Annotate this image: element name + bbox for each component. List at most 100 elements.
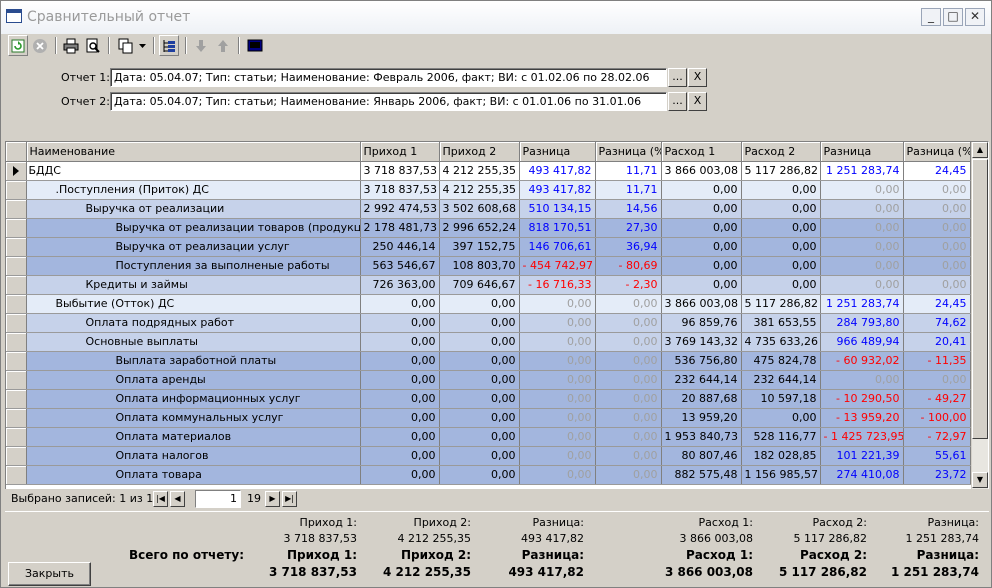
row-cell: 3 866 003,08: [661, 161, 742, 181]
row-cell: 4 212 255,35: [439, 161, 520, 181]
print-preview-button[interactable]: [83, 35, 103, 56]
next-record-button[interactable]: ▶: [265, 491, 280, 507]
column-header[interactable]: Разница (%): [903, 142, 971, 162]
table-row[interactable]: Выручка от реализации 2 992 474,53 3 502 6…: [6, 199, 971, 219]
screen-button[interactable]: [245, 35, 265, 56]
row-indicator[interactable]: [6, 294, 27, 314]
column-header[interactable]: Приход 1: [360, 142, 440, 162]
copy-dropdown-button[interactable]: [137, 35, 149, 56]
row-indicator[interactable]: [6, 199, 27, 219]
table-row[interactable]: Кредиты и займы 726 363,00 709 646,67- 16 …: [6, 275, 971, 295]
row-indicator[interactable]: [6, 275, 27, 295]
table-row[interactable]: Оплата информационных услуг 0,00 0,00 0,00 0…: [6, 389, 971, 409]
data-grid[interactable]: Наименование Приход 1 Приход 2 Разница Р…: [5, 141, 989, 490]
table-row[interactable]: Основные выплаты 0,00 0,00 0,00 0,00 3 769 14…: [6, 332, 971, 352]
row-indicator[interactable]: [6, 180, 27, 200]
table-row[interactable]: БДДС 3 718 837,53 4 212 255,35 493 417,82 11…: [6, 161, 971, 181]
row-name: Кредиты и займы: [26, 275, 361, 295]
row-indicator[interactable]: [6, 313, 27, 333]
scroll-down-button[interactable]: ▼: [972, 472, 988, 488]
column-header[interactable]: Приход 2: [439, 142, 520, 162]
move-up-button[interactable]: [213, 35, 233, 56]
report2-clear-button[interactable]: X: [688, 92, 707, 111]
toolbar-separator: [238, 37, 240, 54]
row-cell: 0,00: [439, 408, 520, 428]
table-row[interactable]: Оплата коммунальных услуг 0,00 0,00 0,00 0,0…: [6, 408, 971, 428]
report1-browse-button[interactable]: ...: [668, 68, 687, 87]
cancel-button[interactable]: [30, 35, 50, 56]
prev-record-button[interactable]: ◀: [170, 491, 185, 507]
column-header[interactable]: Наименование: [26, 142, 361, 162]
row-cell: 0,00: [519, 351, 596, 371]
row-indicator[interactable]: [6, 351, 27, 371]
close-button[interactable]: Закрыть: [8, 562, 91, 586]
scroll-up-button[interactable]: ▲: [972, 142, 988, 158]
column-header[interactable]: Расход 2: [741, 142, 821, 162]
report2-browse-button[interactable]: ...: [668, 92, 687, 111]
table-row[interactable]: Выбытие (Отток) ДС 0,00 0,00 0,00 0,00 3 866 …: [6, 294, 971, 314]
report1-field[interactable]: Дата: 05.04.07; Тип: статьи; Наименовани…: [110, 68, 667, 87]
first-record-button[interactable]: |◀: [153, 491, 168, 507]
scroll-thumb[interactable]: [972, 159, 988, 439]
row-indicator[interactable]: [6, 237, 27, 257]
row-indicator[interactable]: [6, 446, 27, 466]
row-cell: 381 653,55: [741, 313, 821, 333]
row-cell: 0,00: [439, 465, 520, 485]
vertical-scrollbar[interactable]: ▲ ▼: [971, 142, 988, 489]
table-row[interactable]: Оплата товара 0,00 0,00 0,00 0,00 882 575,48 1…: [6, 465, 971, 485]
row-indicator[interactable]: [6, 332, 27, 352]
row-indicator[interactable]: [6, 218, 27, 238]
copy-icon: [118, 38, 133, 54]
row-cell: 0,00: [903, 199, 971, 219]
table-row[interactable]: Выручка от реализации услуг 250 446,14 397…: [6, 237, 971, 257]
report1-clear-button[interactable]: X: [688, 68, 707, 87]
row-cell: - 2,30: [595, 275, 662, 295]
row-name: Выручка от реализации товаров (продукции…: [26, 218, 361, 238]
table-row[interactable]: Оплата подрядных работ 0,00 0,00 0,00 0,00 96…: [6, 313, 971, 333]
row-cell: 20 887,68: [661, 389, 742, 409]
diff-expense-bold-caption: Разница:: [916, 548, 979, 562]
last-icon: ▶|: [285, 494, 294, 503]
column-header[interactable]: Расход 1: [661, 142, 742, 162]
report2-field[interactable]: Дата: 05.04.07; Тип: статьи; Наименовани…: [110, 92, 667, 111]
row-indicator[interactable]: [6, 427, 27, 447]
row-cell: 0,00: [661, 275, 742, 295]
column-header[interactable]: Разница: [820, 142, 904, 162]
table-row[interactable]: Оплата налогов 0,00 0,00 0,00 0,00 80 807,46 1…: [6, 446, 971, 466]
row-cell: 0,00: [439, 351, 520, 371]
row-cell: 14,56: [595, 199, 662, 219]
copy-button[interactable]: [115, 35, 137, 56]
income2-value-small: 4 212 255,35: [397, 532, 471, 545]
row-cell: 55,61: [903, 446, 971, 466]
row-indicator[interactable]: [6, 408, 27, 428]
row-name: Выплата заработной платы: [26, 351, 361, 371]
row-cell: 0,00: [741, 180, 821, 200]
toolbar-separator: [108, 37, 110, 54]
table-row[interactable]: Поступления за выполненые работы 563 546,…: [6, 256, 971, 276]
row-cell: 11,71: [595, 161, 662, 181]
current-row-pointer-icon: [12, 166, 19, 176]
row-indicator[interactable]: [6, 256, 27, 276]
table-row[interactable]: Оплата аренды 0,00 0,00 0,00 0,00 232 644,14 2…: [6, 370, 971, 390]
close-window-button[interactable]: ✕: [965, 8, 985, 26]
minimize-button[interactable]: _: [921, 8, 941, 26]
table-row[interactable]: Оплата материалов 0,00 0,00 0,00 0,00 1 953 8…: [6, 427, 971, 447]
last-record-button[interactable]: ▶|: [282, 491, 297, 507]
row-cell: 20,41: [903, 332, 971, 352]
row-indicator[interactable]: [6, 370, 27, 390]
move-down-button[interactable]: [191, 35, 211, 56]
row-indicator[interactable]: [6, 465, 27, 485]
refresh-button[interactable]: [8, 35, 28, 56]
table-row[interactable]: .Поступления (Приток) ДС 3 718 837,53 4 21…: [6, 180, 971, 200]
tree-view-button[interactable]: [159, 35, 179, 56]
row-indicator[interactable]: [6, 161, 27, 181]
column-header[interactable]: Разница (%): [595, 142, 662, 162]
row-cell: 27,30: [595, 218, 662, 238]
maximize-button[interactable]: □: [943, 8, 963, 26]
table-row[interactable]: Выручка от реализации товаров (продукции…: [6, 218, 971, 238]
print-button[interactable]: [61, 35, 81, 56]
column-header[interactable]: Разница: [519, 142, 596, 162]
table-row[interactable]: Выплата заработной платы 0,00 0,00 0,00 0,00…: [6, 351, 971, 371]
current-record-input[interactable]: 1: [195, 490, 241, 508]
row-indicator[interactable]: [6, 389, 27, 409]
